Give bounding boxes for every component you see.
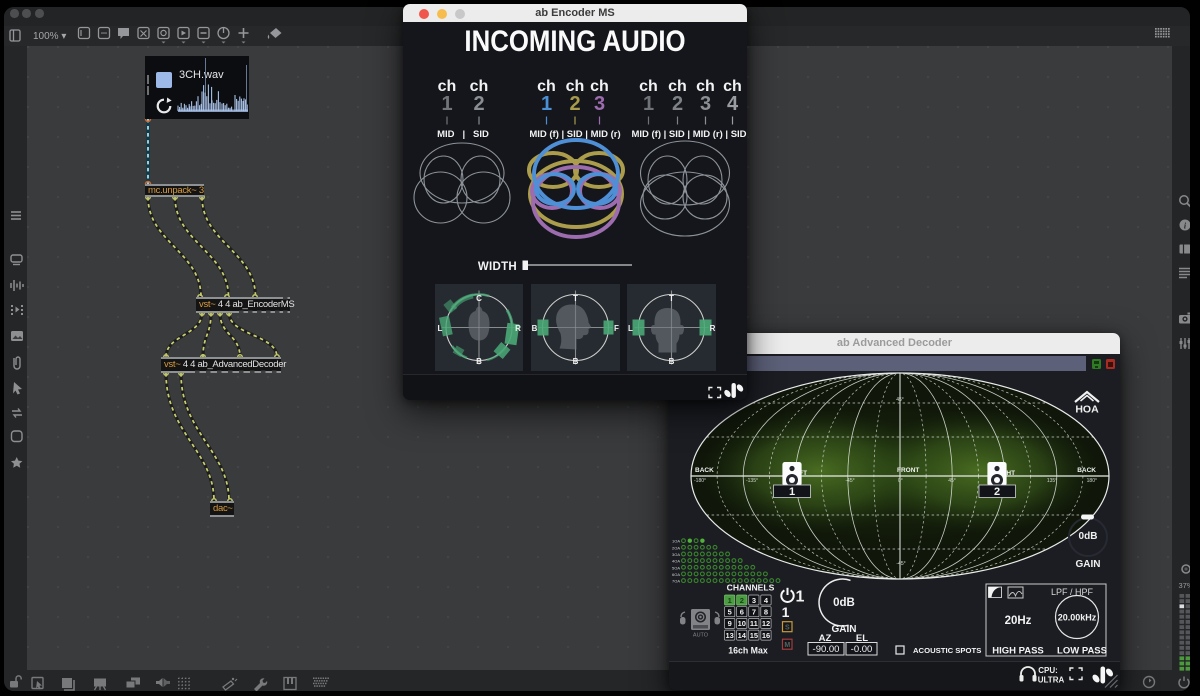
- svg-text:3OA: 3OA: [672, 552, 680, 557]
- svg-text:L: L: [628, 324, 633, 333]
- svg-text:S: S: [785, 625, 790, 632]
- svg-text:12: 12: [762, 619, 770, 628]
- svg-text:ACOUSTIC SPOTS: ACOUSTIC SPOTS: [913, 646, 981, 655]
- svg-text:1: 1: [796, 589, 805, 606]
- svg-text:4OA: 4OA: [672, 559, 680, 564]
- svg-text:16ch Max: 16ch Max: [728, 646, 768, 656]
- svg-text:3: 3: [752, 596, 756, 605]
- svg-text:7OA: 7OA: [672, 579, 680, 584]
- svg-text:B: B: [669, 357, 675, 366]
- svg-text:1OA: 1OA: [672, 539, 680, 544]
- svg-text:13: 13: [726, 631, 734, 640]
- svg-text:1: 1: [782, 604, 790, 620]
- svg-text:F: F: [614, 324, 619, 333]
- svg-text:B: B: [532, 324, 538, 333]
- svg-text:R: R: [515, 324, 521, 333]
- svg-text:6: 6: [740, 608, 744, 617]
- svg-text:HIGH PASS: HIGH PASS: [992, 646, 1044, 657]
- svg-text:C: C: [476, 294, 482, 303]
- svg-text:2: 2: [740, 596, 744, 605]
- svg-text:14: 14: [738, 631, 747, 640]
- svg-text:8: 8: [764, 608, 768, 617]
- svg-text:1: 1: [728, 596, 732, 605]
- svg-text:5OA: 5OA: [672, 565, 680, 570]
- svg-text:6OA: 6OA: [672, 572, 680, 577]
- svg-text:LOW PASS: LOW PASS: [1057, 646, 1107, 657]
- svg-text:9: 9: [728, 619, 732, 628]
- svg-text:T: T: [573, 294, 578, 303]
- svg-text:16: 16: [762, 631, 770, 640]
- svg-text:R: R: [710, 324, 716, 333]
- svg-text:CHANNELS: CHANNELS: [727, 583, 775, 593]
- svg-text:ULTRA: ULTRA: [1038, 676, 1065, 685]
- svg-text:7: 7: [752, 608, 756, 617]
- svg-text:AUTO: AUTO: [693, 633, 709, 639]
- svg-text:CPU:: CPU:: [1038, 666, 1058, 675]
- svg-text:20Hz: 20Hz: [1005, 615, 1032, 627]
- svg-text:-0.00: -0.00: [851, 644, 873, 655]
- svg-text:10: 10: [738, 619, 746, 628]
- svg-text:GAIN: GAIN: [832, 624, 857, 635]
- svg-text:L: L: [438, 324, 443, 333]
- svg-text:20.00kHz: 20.00kHz: [1058, 613, 1097, 623]
- svg-text:M: M: [784, 642, 790, 649]
- svg-text:B: B: [476, 357, 482, 366]
- svg-text:0dB: 0dB: [833, 597, 855, 609]
- svg-text:T: T: [669, 294, 674, 303]
- svg-text:-90.00: -90.00: [813, 644, 840, 655]
- svg-text:B: B: [573, 357, 579, 366]
- svg-text:5: 5: [728, 608, 732, 617]
- svg-text:11: 11: [750, 619, 758, 628]
- svg-text:15: 15: [750, 631, 758, 640]
- svg-text:2OA: 2OA: [672, 545, 680, 550]
